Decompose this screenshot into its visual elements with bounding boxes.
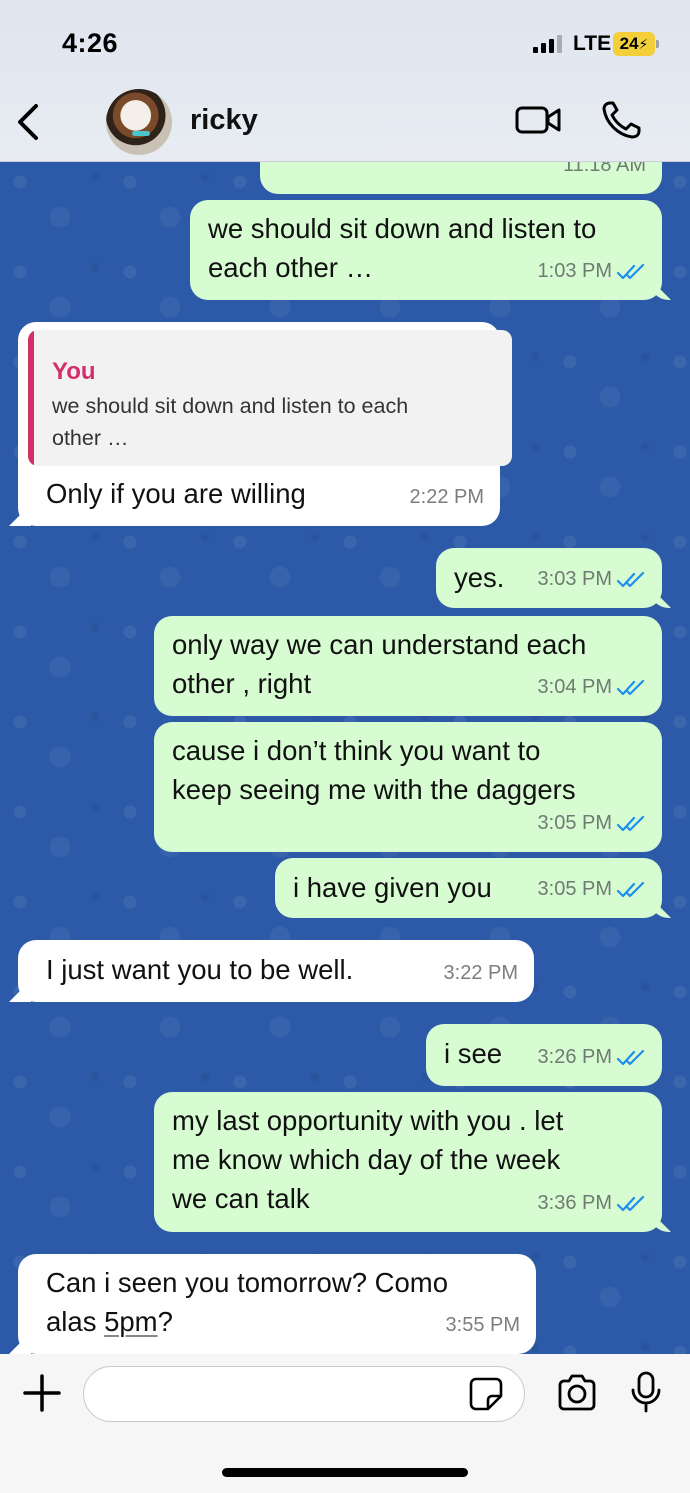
chat-header: 4:26 LTE 24⚡ ricky: [0, 0, 690, 162]
quote-text: we should sit down and listen to each ot…: [52, 390, 492, 454]
double-check-icon: [616, 815, 645, 831]
message-text-line: my last opportunity with you . let: [172, 1105, 564, 1136]
message-text-line: cause i don’t think you want to: [172, 735, 541, 766]
message-meta: 3:26 PM: [538, 1038, 646, 1077]
message-outgoing[interactable]: my last opportunity with you . let me kn…: [154, 1092, 662, 1232]
message-meta: 3:22 PM: [444, 954, 518, 993]
message-text-line: only way we can understand each: [172, 629, 587, 660]
status-time: 4:26: [62, 28, 119, 58]
double-check-icon: [616, 263, 645, 279]
message-text: cause i don’t think you want to keep see…: [172, 731, 576, 809]
message-time: 3:03 PM: [537, 568, 612, 590]
message-meta: 1:03 PM: [538, 252, 646, 291]
message-text-line: keep seeing me with the daggers: [172, 774, 576, 805]
message-outgoing[interactable]: 11:18 AM: [260, 162, 662, 194]
message-time: 3:36 PM: [537, 1192, 612, 1214]
home-indicator[interactable]: [222, 1468, 468, 1477]
contact-name[interactable]: ricky: [190, 104, 258, 137]
message-text: my last opportunity with you . let me kn…: [172, 1101, 563, 1218]
message-incoming[interactable]: I just want you to be well. 3:22 PM: [18, 940, 534, 1002]
message-time: 3:05 PM: [537, 812, 612, 834]
message-meta: 3:03 PM: [538, 560, 646, 599]
message-outgoing[interactable]: cause i don’t think you want to keep see…: [154, 722, 662, 852]
message-text-line: we can talk: [172, 1183, 310, 1214]
message-text-line: alas 5pm?: [46, 1306, 173, 1337]
camera-icon[interactable]: [556, 1373, 598, 1413]
message-meta: 2:22 PM: [410, 478, 484, 517]
message-text: Can i seen you tomorrow? Como alas 5pm?: [46, 1263, 448, 1341]
message-outgoing[interactable]: i have given you 3:05 PM: [275, 858, 662, 918]
message-meta: 3:04 PM: [538, 668, 646, 707]
message-meta: 3:05 PM: [538, 870, 646, 909]
message-outgoing[interactable]: yes. 3:03 PM: [436, 548, 662, 608]
message-list[interactable]: 11:18 AM we should sit down and listen t…: [0, 162, 690, 1354]
message-text: yes.: [454, 562, 505, 593]
message-time: 2:22 PM: [409, 486, 484, 508]
microphone-icon[interactable]: [628, 1370, 664, 1414]
quoted-message[interactable]: You we should sit down and listen to eac…: [28, 330, 512, 466]
message-text-line: Can i seen you tomorrow? Como: [46, 1267, 448, 1298]
message-text: i see: [444, 1038, 503, 1069]
video-camera-icon[interactable]: [514, 102, 562, 138]
message-time: 3:26 PM: [537, 1046, 612, 1068]
message-time: 1:03 PM: [537, 260, 612, 282]
quote-text-line: we should sit down and listen to each: [52, 394, 409, 418]
message-meta: 3:05 PM: [538, 804, 646, 843]
avatar[interactable]: [106, 89, 172, 155]
double-check-icon: [616, 571, 645, 587]
message-text: i have given you: [293, 872, 492, 903]
network-type: LTE: [573, 32, 612, 55]
message-meta: 3:55 PM: [446, 1306, 520, 1345]
double-check-icon: [616, 679, 645, 695]
message-incoming[interactable]: Can i seen you tomorrow? Como alas 5pm? …: [18, 1254, 536, 1354]
message-time: 3:55 PM: [445, 1314, 520, 1336]
message-input[interactable]: [83, 1366, 525, 1422]
battery-level: 24: [619, 34, 639, 53]
double-check-icon: [616, 1049, 645, 1065]
message-meta: 3:36 PM: [538, 1184, 646, 1223]
message-time: 3:22 PM: [443, 962, 518, 984]
quote-text-line: other …: [52, 426, 129, 450]
phone-icon[interactable]: [600, 99, 644, 141]
plus-icon[interactable]: [22, 1373, 62, 1413]
message-text: I just want you to be well.: [46, 954, 354, 985]
quote-author: You: [52, 358, 96, 385]
double-check-icon: [616, 881, 645, 897]
message-time: 3:05 PM: [537, 878, 612, 900]
signal-icon: [533, 35, 562, 53]
message-text-line: me know which day of the week: [172, 1144, 561, 1175]
sticker-icon[interactable]: [468, 1376, 504, 1412]
message-text: only way we can understand each other , …: [172, 625, 586, 703]
message-outgoing[interactable]: i see 3:26 PM: [426, 1024, 662, 1086]
message-text: Only if you are willing: [46, 478, 306, 509]
message-incoming-reply[interactable]: You we should sit down and listen to eac…: [18, 322, 512, 526]
message-outgoing[interactable]: we should sit down and listen to each ot…: [190, 200, 662, 300]
double-check-icon: [616, 1195, 645, 1211]
message-text-line: we should sit down and listen to: [208, 213, 597, 244]
battery-icon: 24⚡: [613, 32, 659, 56]
message-text-line: other , right: [172, 668, 312, 699]
detected-time-link[interactable]: 5pm: [104, 1306, 158, 1337]
chevron-left-icon[interactable]: [12, 100, 48, 144]
message-meta: 11:18 AM: [563, 162, 646, 185]
message-time: 11:18 AM: [562, 162, 646, 176]
message-outgoing[interactable]: only way we can understand each other , …: [154, 616, 662, 716]
message-time: 3:04 PM: [537, 676, 612, 698]
